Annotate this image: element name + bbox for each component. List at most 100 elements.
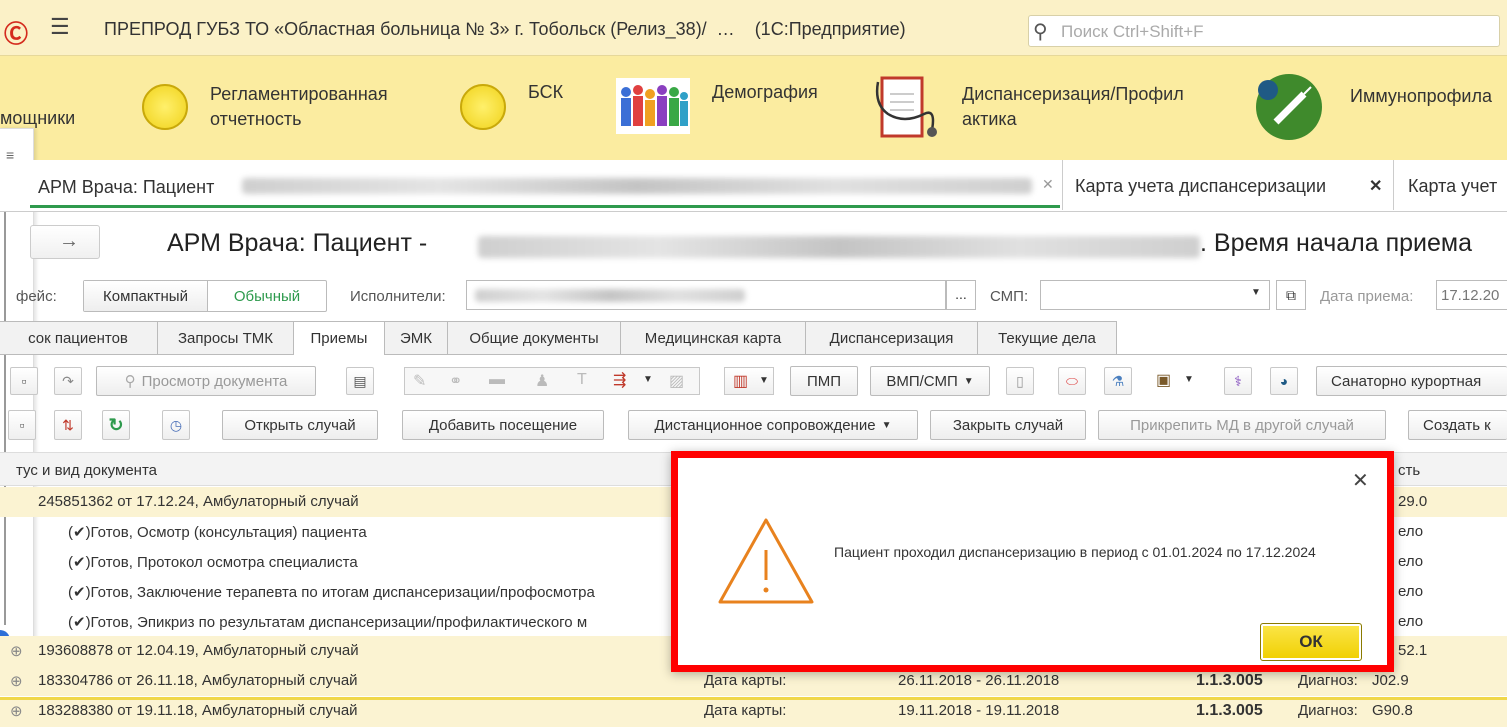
link-icon[interactable]: ⚭ xyxy=(449,371,462,391)
clock-icon[interactable]: ◷ xyxy=(162,410,190,440)
add-visit-button[interactable]: Добавить посещение xyxy=(402,410,604,440)
expand-icon[interactable]: ⊕ xyxy=(10,672,23,690)
flag-icon[interactable]: ▬ xyxy=(489,371,505,389)
section-bsk[interactable]: БСК xyxy=(458,78,598,138)
toolbar-button[interactable]: ▫ xyxy=(8,410,36,440)
tab-appointments[interactable]: Приемы xyxy=(293,321,385,355)
tab-label: Карта учет xyxy=(1408,176,1498,196)
row-text: 183288380 от 19.11.18, Амбулаторный случ… xyxy=(38,702,358,719)
warning-icon xyxy=(718,518,814,604)
eraser-icon[interactable]: ✎ xyxy=(413,371,426,391)
performers-select-button[interactable]: ... xyxy=(946,280,976,310)
compact-option[interactable]: Компактный xyxy=(84,281,208,311)
column-header-status[interactable]: тус и вид документа xyxy=(16,462,157,479)
toolbar-button[interactable]: ▫ xyxy=(10,367,38,395)
global-search[interactable]: ⚲ Поиск Ctrl+Shift+F xyxy=(1028,15,1500,47)
menu-icon[interactable]: ☰ xyxy=(50,14,70,40)
interface-switch: Компактный Обычный xyxy=(83,280,327,312)
tab-label: Запросы ТМК xyxy=(177,329,274,347)
close-icon[interactable]: ✕ xyxy=(1042,176,1054,193)
suitcase-button[interactable]: ▣ ▼ xyxy=(1150,367,1208,395)
ok-button[interactable]: ОК xyxy=(1260,623,1362,661)
section-dispensary[interactable]: Диспансеризация/Профил актика xyxy=(874,74,1234,144)
window-title: ПРЕПРОД ГУБЗ ТО «Областная больница № 3»… xyxy=(104,19,906,39)
row-right: ело xyxy=(1398,523,1424,540)
tab-tmk-requests[interactable]: Запросы ТМК xyxy=(157,321,294,354)
row-period: 26.11.2018 - 26.11.2018 xyxy=(898,672,1060,689)
page-title: АРМ Врача: Пациент - xyxy=(167,229,428,257)
row-text: (✔)Готов, Эпикриз по результатам диспанс… xyxy=(68,614,588,631)
smp-label: СМП: xyxy=(990,288,1029,305)
refresh-link-icon[interactable]: ↷ xyxy=(54,367,82,395)
create-label: Создать к xyxy=(1423,416,1491,434)
sort-icon[interactable]: ⇅ xyxy=(54,410,82,440)
globe-icon[interactable]: ◕ xyxy=(1270,367,1298,395)
section-demography[interactable]: Демография xyxy=(616,78,856,138)
section-helpers[interactable]: мощники xyxy=(0,108,75,129)
table-row[interactable]: ⊕ 183288380 от 19.11.18, Амбулаторный сл… xyxy=(0,697,1507,727)
person-icon[interactable]: ♟ xyxy=(535,371,549,391)
view-document-button[interactable]: ⚲ Просмотр документа xyxy=(96,366,316,396)
close-icon[interactable]: ✕ xyxy=(1369,176,1382,196)
tab-medical-card[interactable]: Медицинская карта xyxy=(620,321,806,354)
column-header-right[interactable]: сть xyxy=(1398,462,1420,479)
tab-label: Общие документы xyxy=(469,329,599,347)
text-icon[interactable]: T xyxy=(577,371,587,389)
smp-field[interactable]: ▼ xyxy=(1040,280,1270,310)
open-window-button[interactable]: ⧉ xyxy=(1276,280,1306,310)
tree-icon[interactable]: ⇶ xyxy=(613,370,626,390)
date-field[interactable]: 17.12.20 xyxy=(1436,280,1507,310)
attach-md-button[interactable]: Прикрепить МД в другой случай xyxy=(1098,410,1386,440)
columns-button[interactable]: ▥ ▼ xyxy=(724,367,774,395)
attach-label: Прикрепить МД в другой случай xyxy=(1130,416,1354,434)
pmp-button[interactable]: ПМП xyxy=(790,366,858,396)
close-icon[interactable]: ✕ xyxy=(1352,468,1369,493)
dropdown-arrow-icon[interactable]: ▼ xyxy=(1251,287,1261,298)
refresh-icon[interactable]: ↻ xyxy=(102,410,130,440)
tab-dispensary[interactable]: Диспансеризация xyxy=(805,321,978,354)
sanatorium-button[interactable]: Санаторно курортная xyxy=(1316,366,1507,396)
pmp-label: ПМП xyxy=(806,372,842,390)
nav-arrows: → xyxy=(30,225,100,259)
document-icon[interactable]: ▯ xyxy=(1006,367,1034,395)
search-icon: ⚲ xyxy=(124,373,136,390)
section-immunization[interactable]: Иммунопрофила xyxy=(1254,72,1507,142)
tab-patient-name xyxy=(242,178,1032,194)
performers-field[interactable] xyxy=(466,280,946,310)
dropdown-arrow-icon[interactable]: ▼ xyxy=(643,374,653,385)
tab-patient-list[interactable]: сок пациентов xyxy=(0,321,158,354)
expand-icon[interactable]: ⊕ xyxy=(10,702,23,720)
open-case-label: Открыть случай xyxy=(244,416,356,434)
row-right: ело xyxy=(1398,553,1424,570)
section-regulated-reporting[interactable]: Регламентированная отчетность xyxy=(140,78,440,138)
tab-current-affairs[interactable]: Текущие дела xyxy=(977,321,1117,354)
tab-card-2[interactable]: Карта учет xyxy=(1396,160,1507,210)
row-date-label: Дата карты: xyxy=(704,672,787,689)
open-case-button[interactable]: Открыть случай xyxy=(222,410,378,440)
syringe-icon[interactable]: ⚕ xyxy=(1224,367,1252,395)
card-icon[interactable]: ▤ xyxy=(346,367,374,395)
tab-label: Текущие дела xyxy=(998,329,1096,347)
forward-arrow-icon[interactable]: → xyxy=(59,230,79,253)
normal-option[interactable]: Обычный xyxy=(208,281,326,311)
tab-dispensary-card[interactable]: Карта учета диспансеризации ✕ xyxy=(1062,160,1394,210)
close-case-button[interactable]: Закрыть случай xyxy=(930,410,1086,440)
tool-group: ✎ ⚭ ▬ ♟ T ⇶ ▼ ▨ xyxy=(404,367,700,395)
tab-arm[interactable]: АРМ Врача: Пациент ✕ xyxy=(30,160,1060,208)
interface-label: фейс: xyxy=(16,288,57,305)
tab-label: Медицинская карта xyxy=(644,329,782,347)
dropdown-arrow-icon: ▼ xyxy=(759,375,769,386)
image-icon[interactable]: ▨ xyxy=(669,371,684,391)
section-label: Регламентированная отчетность xyxy=(210,84,388,129)
expand-icon[interactable]: ⊕ xyxy=(10,642,23,660)
remote-support-button[interactable]: Дистанционное сопровождение ▼ xyxy=(628,410,918,440)
pill-icon[interactable]: ⬭ xyxy=(1058,367,1086,395)
tab-general-docs[interactable]: Общие документы xyxy=(447,321,621,354)
vmp-smp-button[interactable]: ВМП/СМП ▼ xyxy=(870,366,990,396)
search-input[interactable]: Поиск Ctrl+Shift+F xyxy=(1061,22,1204,42)
tab-emk[interactable]: ЭМК xyxy=(384,321,448,354)
yellow-circle-icon xyxy=(142,84,188,130)
create-button[interactable]: Создать к xyxy=(1408,410,1507,440)
lab-icon[interactable]: ⚗ xyxy=(1104,367,1132,395)
1c-logo-icon[interactable]: Ⓒ xyxy=(4,14,28,49)
